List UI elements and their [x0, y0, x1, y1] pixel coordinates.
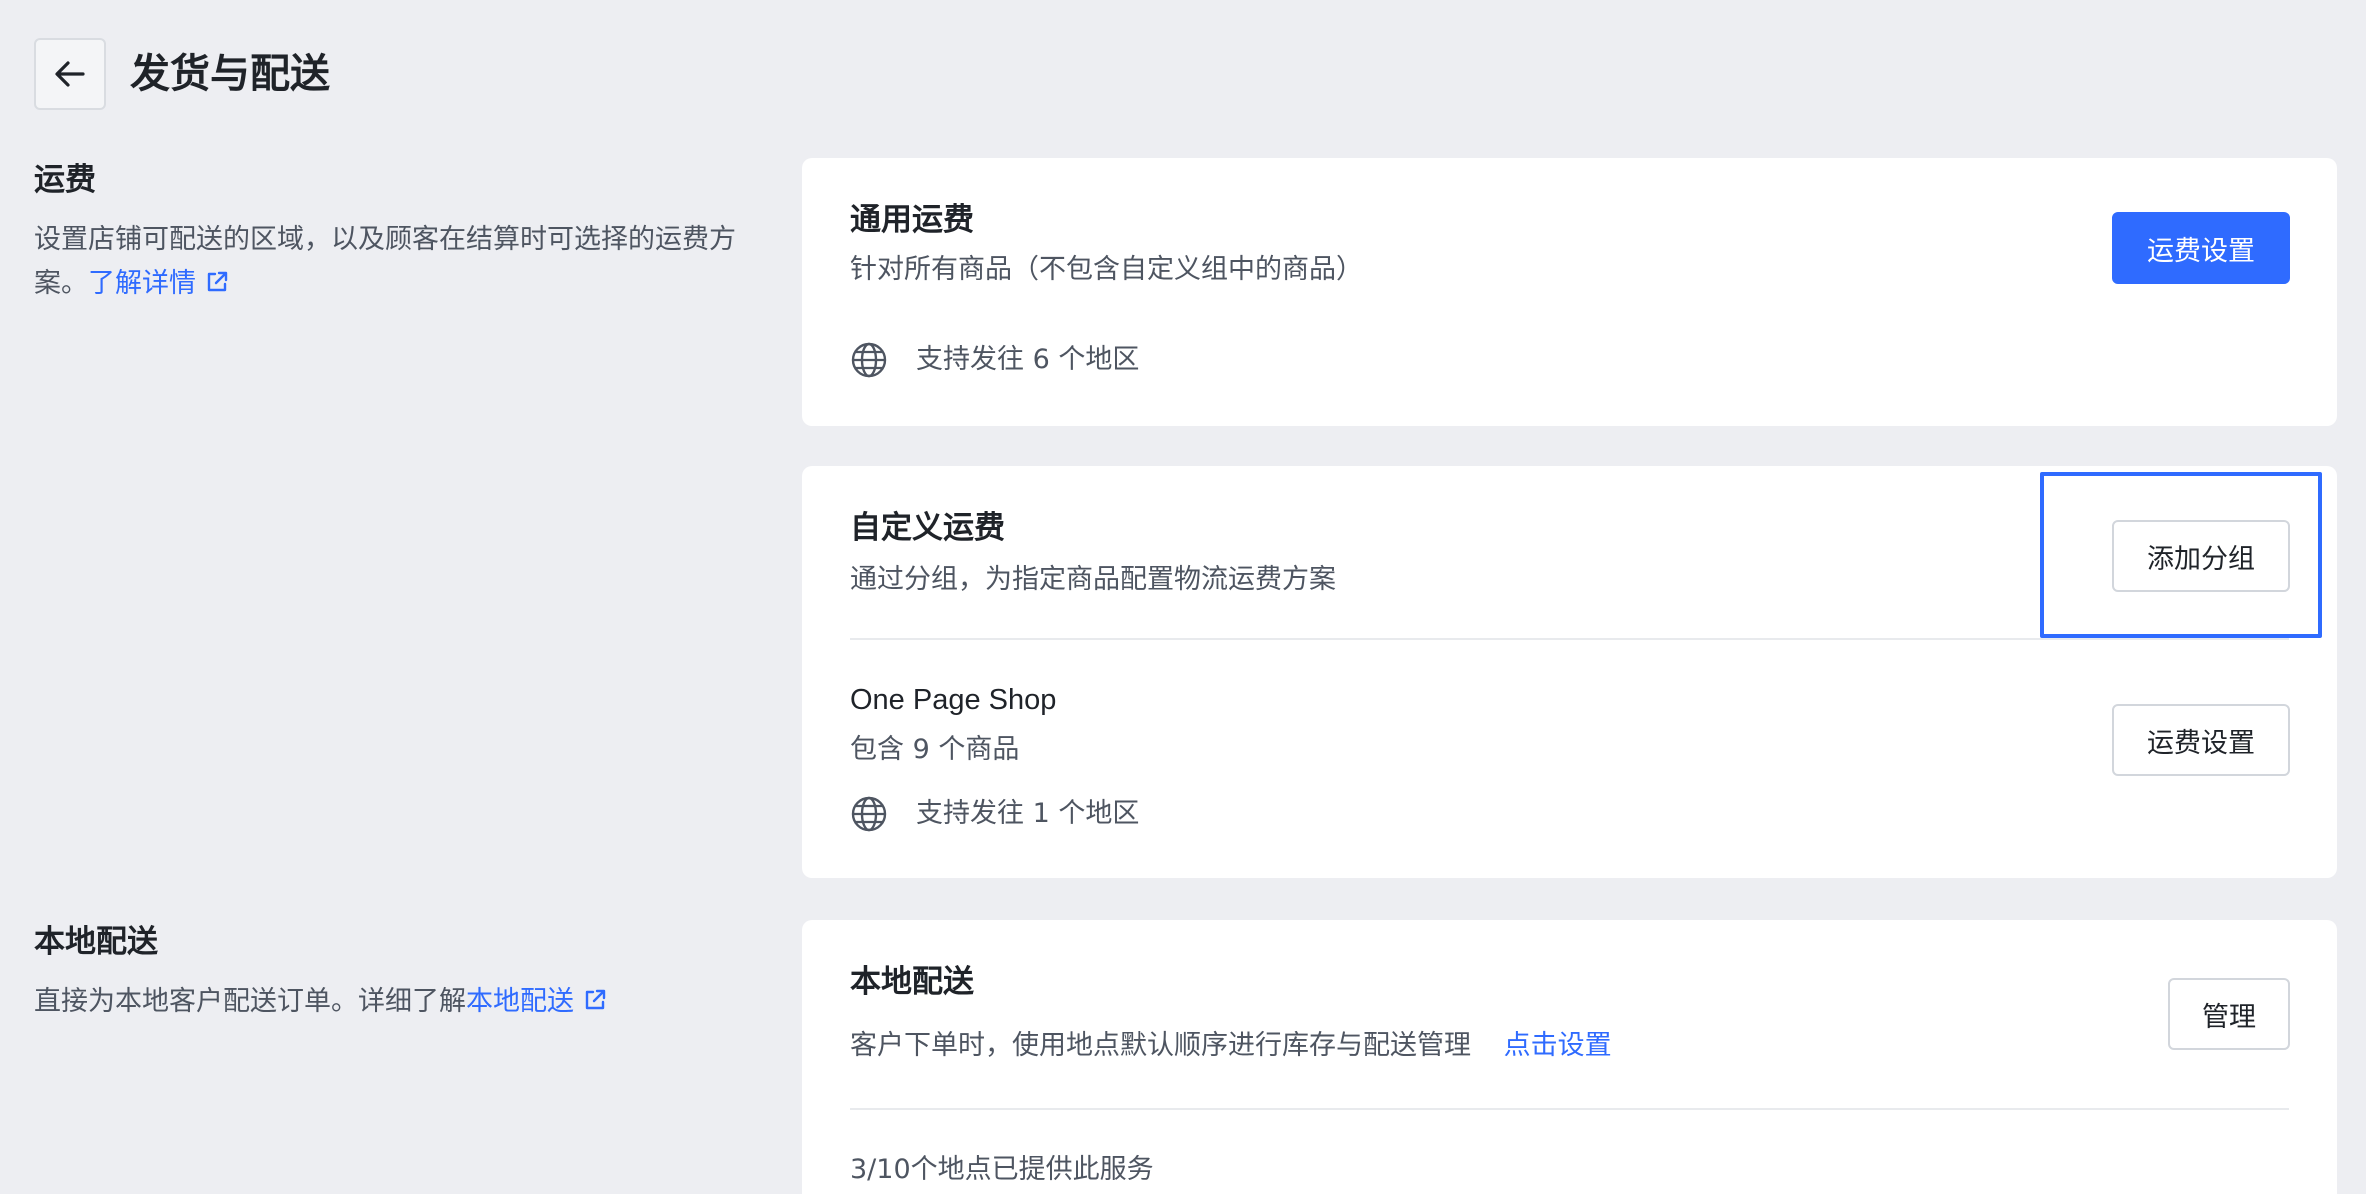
general-region-row: 支持发往 6 个地区 — [850, 340, 1139, 380]
general-regions-text: 支持发往 6 个地区 — [916, 344, 1140, 375]
divider — [850, 638, 2289, 640]
learn-more-link[interactable]: 了解详情 — [88, 268, 230, 299]
custom-shipping-card: 自定义运费 通过分组，为指定商品配置物流运费方案 添加分组 One Page S… — [802, 466, 2337, 878]
divider — [850, 1108, 2289, 1110]
local-section-desc: 直接为本地客户配送订单。详细了解本地配送 — [34, 980, 764, 1027]
external-link-icon — [582, 983, 608, 1027]
local-card-subtitle: 客户下单时，使用地点默认顺序进行库存与配送管理 点击设置 — [850, 1026, 1612, 1066]
learn-more-label: 了解详情 — [88, 268, 196, 299]
general-card-subtitle: 针对所有商品（不包含自定义组中的商品） — [850, 254, 1363, 285]
globe-icon — [850, 341, 888, 379]
local-section-title: 本地配送 — [34, 924, 158, 960]
local-subtitle-text: 客户下单时，使用地点默认顺序进行库存与配送管理 — [850, 1030, 1471, 1061]
locations-count: 3/10个地点已提供此服务 — [850, 1154, 1154, 1185]
group-regions-text: 支持发往 1 个地区 — [916, 798, 1140, 829]
local-desc-text: 直接为本地客户配送订单。详细了解 — [34, 986, 466, 1017]
group-count: 包含 9 个商品 — [850, 734, 1020, 765]
page-title: 发货与配送 — [130, 51, 330, 97]
local-card-title: 本地配送 — [850, 964, 974, 1000]
arrow-left-icon — [52, 56, 88, 92]
local-delivery-link[interactable]: 本地配送 — [466, 986, 608, 1017]
local-delivery-card: 本地配送 客户下单时，使用地点默认顺序进行库存与配送管理 点击设置 管理 3/1… — [802, 920, 2337, 1194]
globe-icon — [850, 795, 888, 833]
click-settings-link[interactable]: 点击设置 — [1504, 1030, 1612, 1061]
shipping-section-desc: 设置店铺可配送的区域，以及顾客在结算时可选择的运费方案。了解详情 — [34, 218, 764, 309]
external-link-icon — [204, 265, 230, 309]
general-card-title: 通用运费 — [850, 202, 974, 238]
page: 发货与配送 运费 设置店铺可配送的区域，以及顾客在结算时可选择的运费方案。了解详… — [0, 0, 2366, 1194]
general-shipping-settings-button[interactable]: 运费设置 — [2112, 212, 2290, 284]
general-shipping-card: 通用运费 针对所有商品（不包含自定义组中的商品） 支持发往 6 个地区 运费设置 — [802, 158, 2337, 426]
group-region-row: 支持发往 1 个地区 — [850, 794, 1139, 834]
custom-card-title: 自定义运费 — [850, 510, 1005, 546]
add-group-button[interactable]: 添加分组 — [2112, 520, 2290, 592]
group-name: One Page Shop — [850, 684, 1057, 716]
back-button[interactable] — [34, 38, 106, 110]
local-delivery-link-label: 本地配送 — [466, 986, 574, 1017]
custom-card-subtitle: 通过分组，为指定商品配置物流运费方案 — [850, 564, 1336, 595]
manage-button[interactable]: 管理 — [2168, 978, 2290, 1050]
shipping-section-title: 运费 — [34, 162, 96, 198]
group-shipping-settings-button[interactable]: 运费设置 — [2112, 704, 2290, 776]
